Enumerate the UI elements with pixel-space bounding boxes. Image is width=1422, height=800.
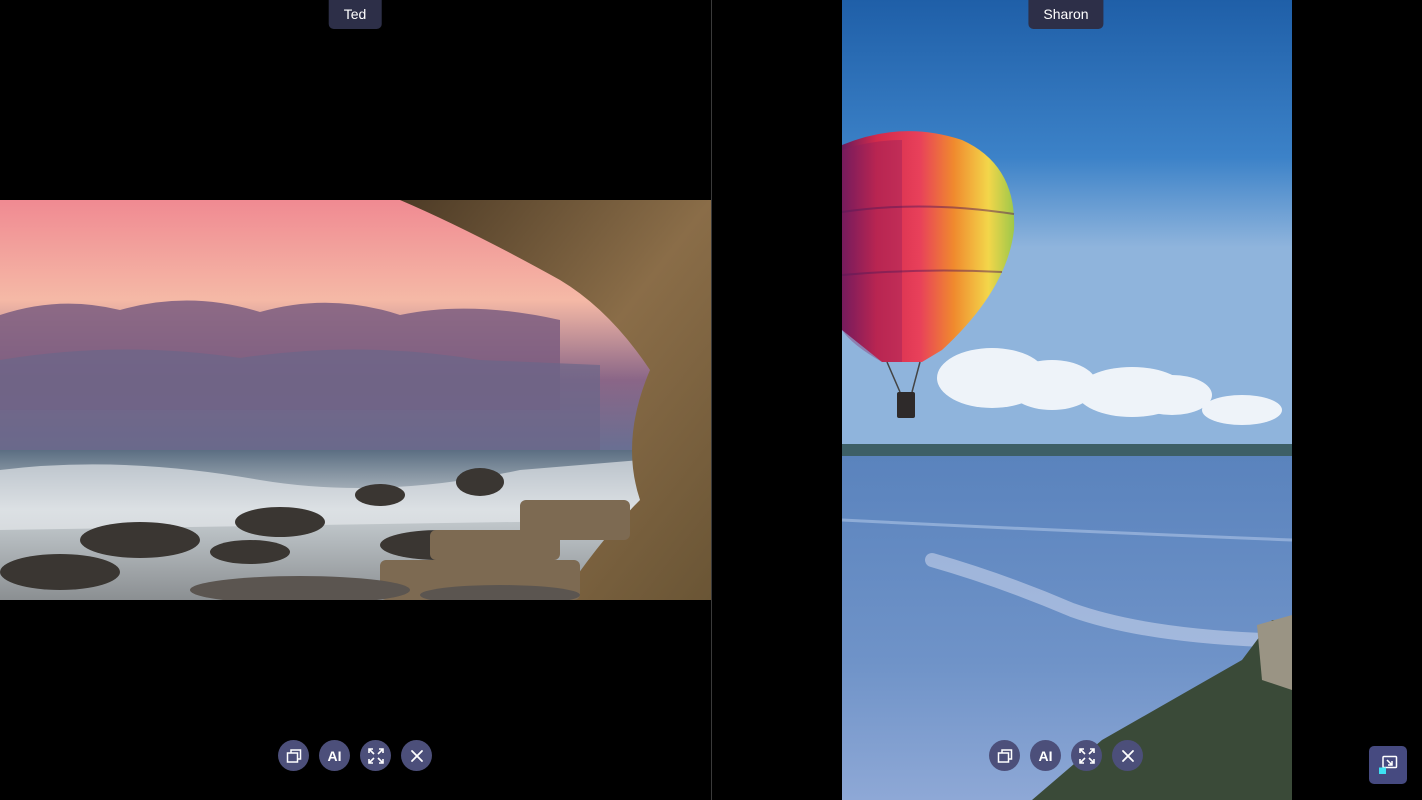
close-button[interactable]	[1112, 740, 1143, 771]
picture-in-picture-icon	[1379, 755, 1398, 774]
picture-in-picture-button[interactable]	[1369, 746, 1407, 784]
video-feed-sharon	[842, 0, 1292, 800]
window-button[interactable]	[989, 740, 1020, 771]
window-icon	[997, 748, 1012, 763]
participant-pane-sharon[interactable]: Sharon AI	[712, 0, 1422, 800]
close-button[interactable]	[401, 740, 432, 771]
ai-button[interactable]: AI	[319, 740, 350, 771]
expand-icon	[1078, 747, 1095, 764]
close-icon	[1121, 749, 1134, 762]
participant-controls-ted: AI	[278, 740, 432, 771]
window-button[interactable]	[278, 740, 309, 771]
close-icon	[410, 749, 423, 762]
video-feed-ted	[0, 200, 711, 600]
hot-air-balloon-image	[842, 0, 1292, 800]
coastal-sunset-image	[0, 200, 711, 600]
participant-pane-ted[interactable]: Ted AI	[0, 0, 711, 800]
video-call-stage: Ted AI Sharon AI	[0, 0, 1422, 800]
participant-controls-sharon: AI	[989, 740, 1143, 771]
participant-name-tag: Sharon	[1028, 0, 1104, 29]
expand-button[interactable]	[360, 740, 391, 771]
expand-icon	[367, 747, 384, 764]
expand-button[interactable]	[1071, 740, 1102, 771]
window-icon	[286, 748, 301, 763]
ai-icon: AI	[327, 747, 342, 764]
ai-button[interactable]: AI	[1030, 740, 1061, 771]
ai-icon: AI	[1038, 747, 1053, 764]
participant-name-tag: Ted	[328, 0, 382, 29]
